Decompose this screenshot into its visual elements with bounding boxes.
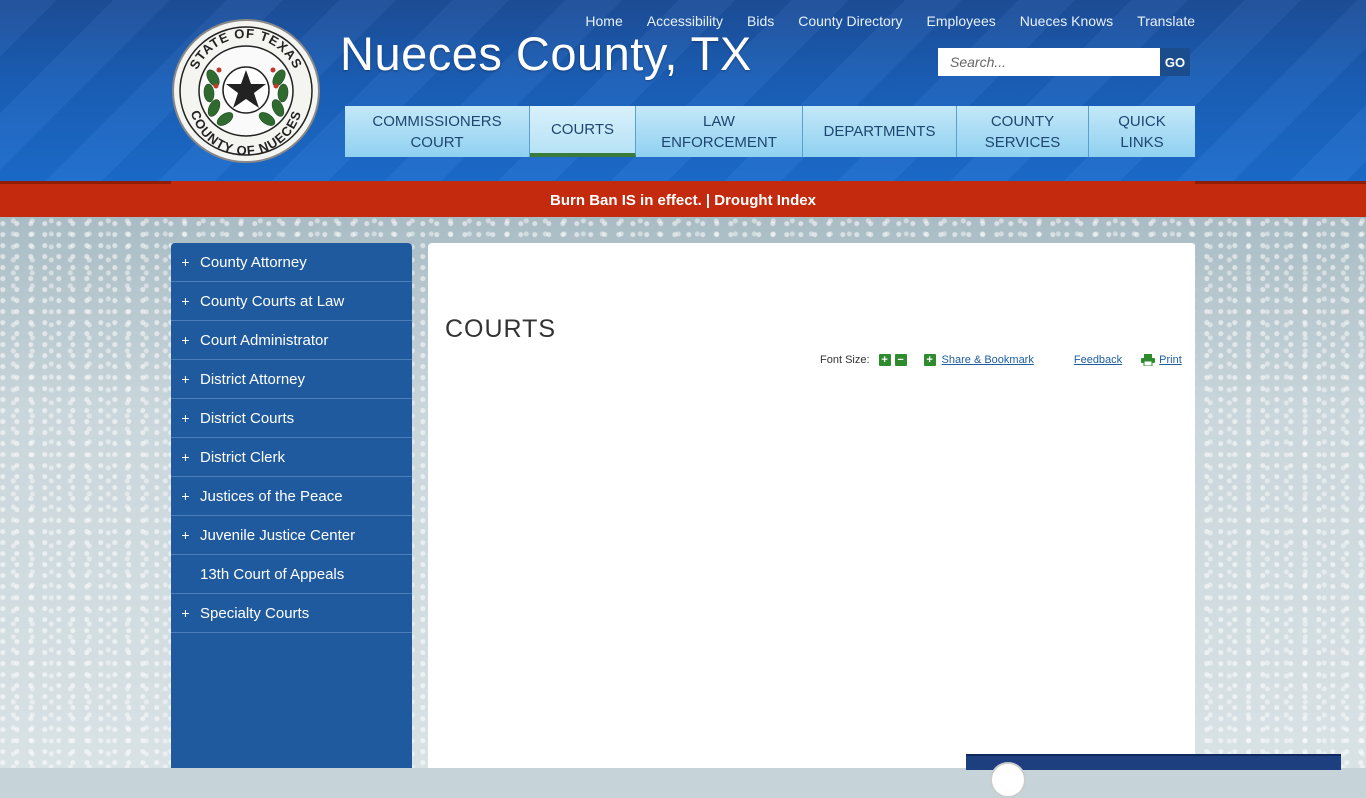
nav-courts[interactable]: COURTS [530,106,636,157]
nav-law-enforcement[interactable]: LAW ENFORCEMENT [636,106,803,157]
expand-plus-icon[interactable]: + [171,605,200,621]
printer-icon[interactable] [1141,354,1156,366]
county-seal-logo[interactable]: STATE OF TEXAS COUNTY OF NUECES [171,18,321,164]
top-link-home[interactable]: Home [585,13,622,29]
expand-plus-icon[interactable]: + [171,488,200,504]
sidebar-item-county-attorney[interactable]: + County Attorney [171,243,412,282]
top-link-bids[interactable]: Bids [747,13,774,29]
nav-label-line1: COMMISSIONERS [372,112,502,130]
nav-label-line2: ENFORCEMENT [661,133,777,151]
share-plus-icon[interactable]: + [923,354,936,366]
search-go-button[interactable]: GO [1160,48,1190,76]
expand-plus-icon[interactable]: + [171,371,200,387]
nav-departments[interactable]: DEPARTMENTS [803,106,957,157]
expand-plus-icon[interactable]: + [171,254,200,270]
sidebar-item-label: County Courts at Law [200,292,345,310]
top-link-nueces-knows[interactable]: Nueces Knows [1020,13,1113,29]
font-increase-icon[interactable]: + [878,354,891,366]
sidebar-item-label: District Attorney [200,370,306,388]
nav-label-line2: SERVICES [984,133,1061,151]
print-link[interactable]: Print [1159,354,1182,366]
font-decrease-icon[interactable]: − [894,354,907,366]
top-link-employees[interactable]: Employees [927,13,996,29]
sidebar-item-county-courts-at-law[interactable]: + County Courts at Law [171,282,412,321]
top-link-county-directory[interactable]: County Directory [798,13,902,29]
share-bookmark-link[interactable]: Share & Bookmark [942,354,1034,366]
sidebar-item-label: District Clerk [200,448,285,466]
sidebar-item-district-clerk[interactable]: + District Clerk [171,438,412,477]
utility-nav: Home Accessibility Bids County Directory… [585,13,1195,29]
expand-plus-icon[interactable]: + [171,332,200,348]
burn-ban-alert-link[interactable]: Burn Ban IS in effect. | Drought Index [550,192,816,209]
nav-label-line1: LAW [703,112,735,130]
sidebar-item-label: Juvenile Justice Center [200,526,356,544]
sidebar-item-court-administrator[interactable]: + Court Administrator [171,321,412,360]
main-nav: COMMISSIONERS COURT COURTS LAW ENFORCEMENT… [345,106,1195,157]
search-box: GO [938,48,1195,76]
nav-label-line2: LINKS [1120,133,1164,151]
top-link-accessibility[interactable]: Accessibility [647,13,723,29]
search-input[interactable] [938,48,1160,76]
nav-label-line1: QUICK [1118,112,1166,130]
sidebar-item-label: Court Administrator [200,331,329,349]
nav-county-services[interactable]: COUNTY SERVICES [957,106,1089,157]
alert-bar: Burn Ban IS in effect. | Drought Index [0,181,1366,217]
sidebar-item-label: Specialty Courts [200,604,310,622]
page-tools: Font Size: + − + Share & Bookmark Feedba… [820,354,1182,366]
nav-label-line1: DEPARTMENTS [823,123,936,140]
sidebar-item-13th-court-of-appeals[interactable]: 13th Court of Appeals [171,555,412,594]
site-title[interactable]: Nueces County, TX [340,26,752,81]
expand-plus-icon[interactable]: + [171,293,200,309]
expand-plus-icon[interactable]: + [171,527,200,543]
sidebar-item-juvenile-justice-center[interactable]: + Juvenile Justice Center [171,516,412,555]
main-content: COURTS Font Size: + − + Share & Bookmark… [428,243,1195,768]
sidebar-item-specialty-courts[interactable]: + Specialty Courts [171,594,412,633]
nav-quick-links[interactable]: QUICK LINKS [1089,106,1195,157]
sidebar-item-label: District Courts [200,409,295,427]
nav-label-line1: COURTS [550,121,615,138]
sidebar-item-label: Justices of the Peace [200,487,343,505]
popup-seal-icon [990,762,1026,798]
nav-commissioners-court[interactable]: COMMISSIONERS COURT [345,106,530,157]
sidebar-item-label: County Attorney [200,253,307,271]
sidebar-item-justices-of-the-peace[interactable]: + Justices of the Peace [171,477,412,516]
nav-label-line1: COUNTY [990,112,1055,130]
feedback-link[interactable]: Feedback [1074,354,1122,366]
page-title: COURTS [445,315,557,343]
sidebar-item-district-attorney[interactable]: + District Attorney [171,360,412,399]
sidebar-item-label: 13th Court of Appeals [200,565,345,583]
sidebar-nav: + County Attorney + County Courts at Law +… [171,243,412,768]
sidebar-item-district-courts[interactable]: + District Courts [171,399,412,438]
top-link-translate[interactable]: Translate [1137,13,1195,29]
nav-label-line2: COURT [410,133,464,151]
font-size-label: Font Size: [820,354,870,366]
expand-plus-icon[interactable]: + [171,449,200,465]
site-header: STATE OF TEXAS COUNTY OF NUECES Nueces C… [0,0,1366,181]
expand-plus-icon[interactable]: + [171,410,200,426]
